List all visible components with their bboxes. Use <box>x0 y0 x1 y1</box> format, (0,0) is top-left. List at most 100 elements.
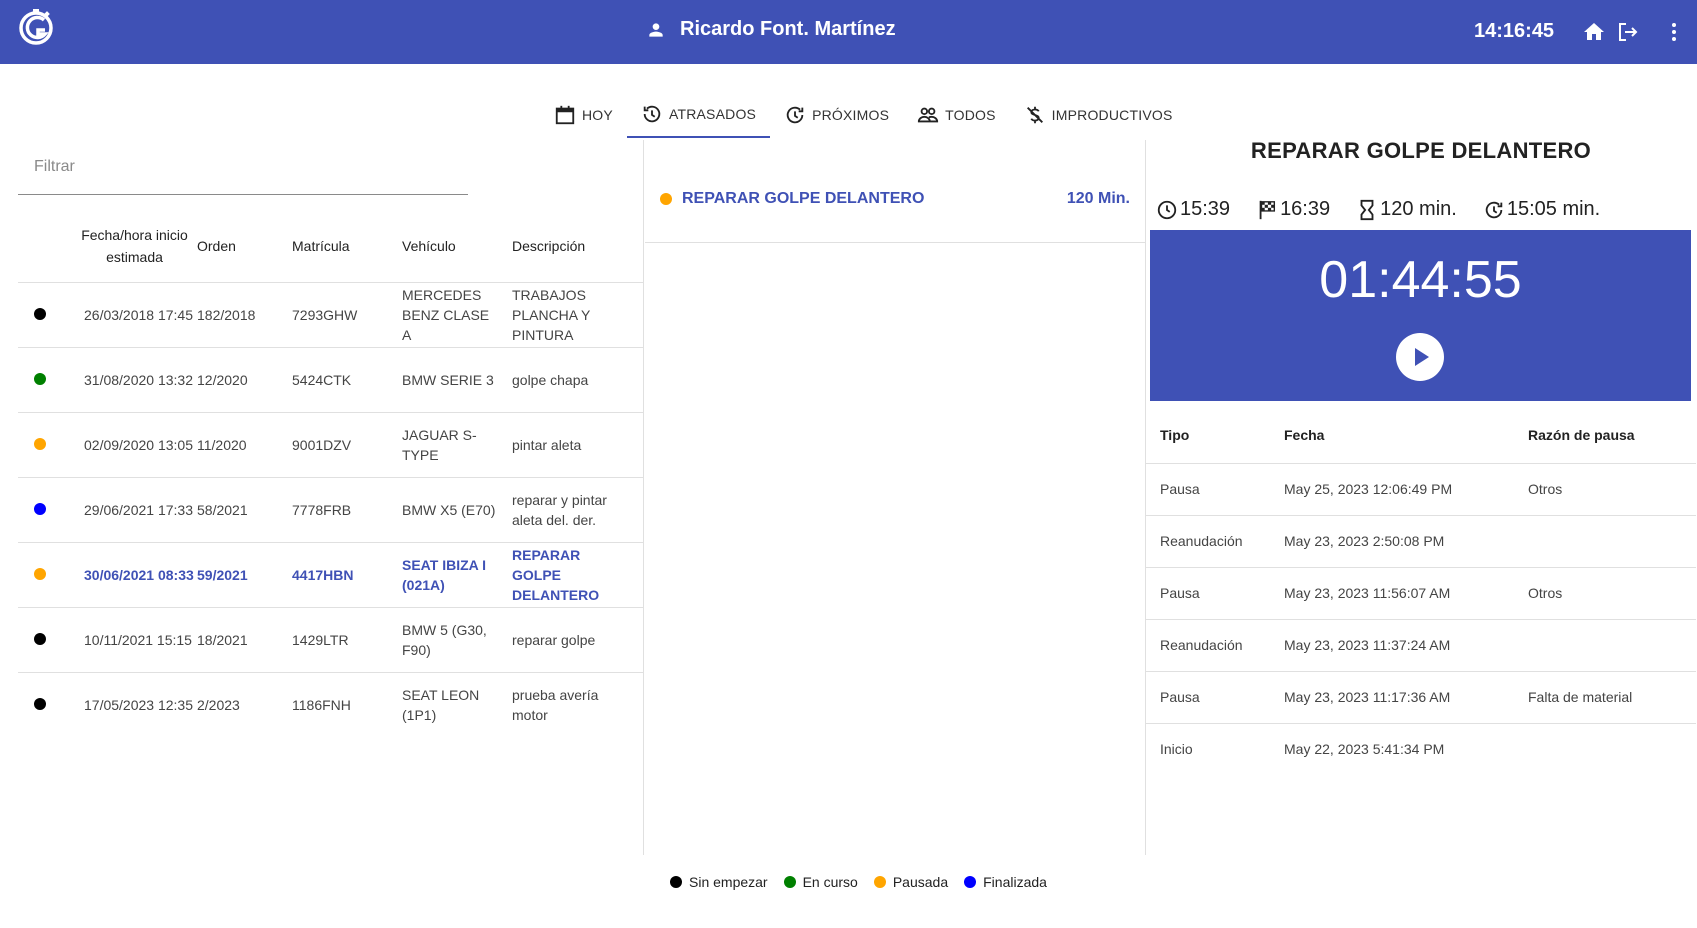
history-icon <box>643 105 661 123</box>
column-divider <box>643 140 644 855</box>
log-type-cell: Reanudación <box>1146 515 1284 568</box>
order-cell: 2/2023 <box>197 696 240 713</box>
status-dot <box>34 307 46 320</box>
start-time-stat: 15:39 <box>1156 198 1230 221</box>
status-cell <box>18 607 72 673</box>
date-column-header[interactable]: Fecha/hora inicio estimada <box>72 210 197 283</box>
order-cell: 182/2018 <box>197 282 292 348</box>
log-row: Pausa May 23, 2023 11:17:36 AM Falta de ma… <box>1146 671 1696 724</box>
status-cell <box>18 347 72 413</box>
more-vert-icon[interactable] <box>1662 20 1686 44</box>
plate-cell: 7293GHW <box>292 282 402 348</box>
reason-column-header: Razón de pausa <box>1528 407 1696 464</box>
status-cell <box>18 282 72 348</box>
status-column-header <box>18 210 72 283</box>
tab-atrasados[interactable]: ATRASADOS <box>626 92 771 138</box>
play-button[interactable] <box>1396 333 1444 381</box>
description-column-header[interactable]: Descripción <box>512 210 643 283</box>
status-cell <box>18 477 72 543</box>
tab-proximos[interactable]: PRÓXIMOS <box>770 92 903 138</box>
tab-label: TODOS <box>945 107 996 123</box>
log-type-cell: Reanudación <box>1146 619 1284 672</box>
date-cell: 31/08/2020 13:32 <box>72 347 197 413</box>
log-type-cell: Pausa <box>1146 463 1284 516</box>
table-row[interactable]: 30/06/2021 08:33 59/2021 4417HBN SEAT IBIZA… <box>18 542 643 608</box>
status-legend: Sin empezar En curso Pausada Finalizada <box>670 874 1047 890</box>
tab-label: IMPRODUCTIVOS <box>1051 107 1173 123</box>
task-item[interactable]: REPARAR GOLPE DELANTERO 120 Min. <box>660 190 1130 208</box>
start-time: 15:39 <box>1180 198 1231 220</box>
home-icon[interactable] <box>1582 20 1606 44</box>
end-time-stat: 16:39 <box>1256 198 1330 221</box>
log-date-cell: May 23, 2023 11:56:07 AM <box>1284 567 1528 620</box>
table-row[interactable]: 31/08/2020 13:32 12/2020 5424CTK BMW SERIE … <box>18 347 643 413</box>
legend-dot <box>670 876 682 888</box>
status-dot <box>34 502 46 515</box>
task-stats: 15:39 16:39 120 min. 15:05 min. <box>1156 198 1600 221</box>
date-cell: 02/09/2020 13:05 <box>72 412 197 478</box>
task-name: REPARAR GOLPE DELANTERO <box>682 190 925 207</box>
end-time: 16:39 <box>1280 198 1331 220</box>
table-row[interactable]: 29/06/2021 17:33 58/2021 7778FRB BMW X5 (E7… <box>18 477 643 543</box>
log-reason-cell: Otros <box>1528 463 1696 516</box>
tab-label: ATRASADOS <box>668 106 757 122</box>
estimated-time-stat: 120 min. <box>1356 198 1457 221</box>
plate-cell: 5424CTK <box>292 347 402 413</box>
description-cell: reparar y pintar aleta del. der. <box>512 477 643 543</box>
description-cell: REPARAR GOLPE DELANTERO <box>512 542 643 608</box>
person-icon <box>649 22 663 37</box>
description-cell: golpe chapa <box>512 347 643 413</box>
legend-label: Sin empezar <box>689 874 768 890</box>
timer-display: 01:44:55 <box>1319 251 1522 309</box>
legend-dot <box>783 876 796 888</box>
log-reason-cell <box>1528 619 1696 672</box>
order-cell: 12/2020 <box>197 347 292 413</box>
table-row[interactable]: 26/03/2018 17:45 182/2018 7293GHW MERCEDES … <box>18 282 643 348</box>
task-status-dot <box>660 193 672 205</box>
table-row[interactable]: 02/09/2020 13:05 11/2020 9001DZV JAGUAR S-T… <box>18 412 643 478</box>
filter-field[interactable] <box>18 150 468 195</box>
plate-column-header[interactable]: Matrícula <box>292 210 402 283</box>
plate-cell: 9001DZV <box>292 412 402 478</box>
log-reason-cell <box>1528 515 1696 568</box>
log-date-cell: May 23, 2023 11:17:36 AM <box>1284 671 1528 724</box>
plate-cell: 7778FRB <box>292 477 402 543</box>
task-divider <box>645 242 1145 243</box>
elapsed-time: 15:05 min. <box>1506 198 1601 220</box>
order-cell: 59/2021 <box>197 542 292 608</box>
detail-title: REPARAR GOLPE DELANTERO <box>1250 138 1592 163</box>
legend-label: En curso <box>802 874 858 890</box>
task-duration: 120 Min. <box>1066 190 1130 207</box>
status-dot <box>34 632 46 645</box>
order-cell: 58/2021 <box>197 477 292 543</box>
vehicle-cell: BMW 5 (G30, F90) <box>402 607 512 673</box>
date-cell: 26/03/2018 17:45 <box>72 282 197 348</box>
log-header-row: Tipo Fecha Razón de pausa <box>1146 407 1696 464</box>
tab-todos[interactable]: TODOS <box>903 92 1010 138</box>
description-cell: TRABAJOS PLANCHA Y PINTURA <box>512 282 643 348</box>
log-row: Reanudación May 23, 2023 2:50:08 PM <box>1146 515 1696 568</box>
orders-header-row: Fecha/hora inicio estimada Orden Matrícu… <box>18 210 643 283</box>
logout-icon[interactable] <box>1616 20 1640 44</box>
order-column-header[interactable]: Orden <box>197 210 292 283</box>
vehicle-column-header[interactable]: Vehículo <box>402 210 512 283</box>
status-cell <box>18 672 72 737</box>
tab-improductivos[interactable]: IMPRODUCTIVOS <box>1010 92 1187 138</box>
app-logo-icon[interactable] <box>16 6 56 46</box>
status-cell <box>18 412 72 478</box>
date-cell: 29/06/2021 17:33 <box>72 477 197 543</box>
estimated-time: 120 min. <box>1380 198 1457 220</box>
app-toolbar: Ricardo Font. Martínez 14:16:45 <box>0 0 1697 64</box>
tab-hoy[interactable]: HOY <box>540 92 627 138</box>
table-row[interactable]: 10/11/2021 15:15 18/2021 1429LTR BMW 5 (G30… <box>18 607 643 673</box>
log-type-cell: Pausa <box>1146 567 1284 620</box>
status-dot <box>34 697 46 710</box>
log-date-cell: May 23, 2023 2:50:08 PM <box>1284 515 1528 568</box>
vehicle-cell: JAGUAR S-TYPE <box>402 412 512 478</box>
filter-input[interactable] <box>18 150 468 184</box>
description-cell: prueba avería motor <box>512 686 599 723</box>
play-icon <box>1415 348 1429 366</box>
description-cell: pintar aleta <box>512 412 643 478</box>
hourglass-icon <box>1360 199 1374 220</box>
table-row[interactable]: 17/05/2023 12:35 2/2023 1186FNH SEAT LEON (… <box>18 672 643 737</box>
